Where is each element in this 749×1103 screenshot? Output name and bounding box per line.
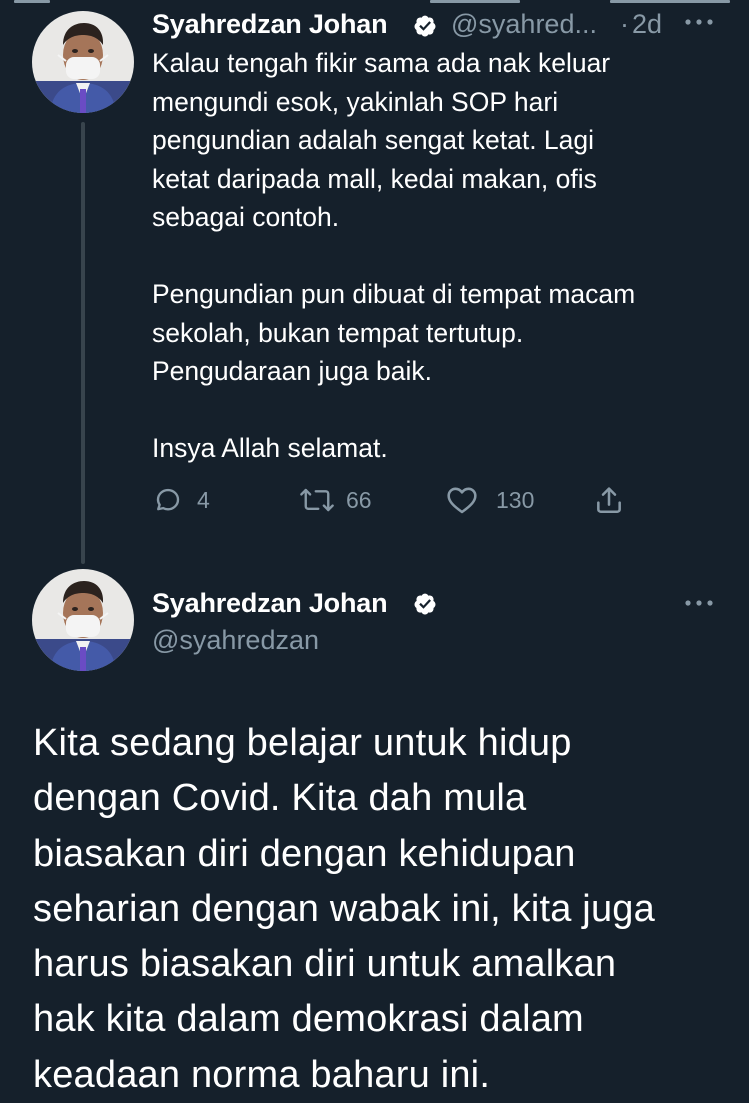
tweet-paragraph: Pengundian pun dibuat di tempat macam se…	[152, 279, 636, 386]
retweet-button[interactable]: 66	[298, 482, 372, 518]
reply-button[interactable]: 4	[153, 482, 210, 518]
cropped-top-edge	[0, 0, 749, 4]
more-horizontal-icon[interactable]	[683, 598, 715, 608]
avatar[interactable]	[32, 569, 134, 671]
tweet-body: Kalau tengah fikir sama ada nak keluar m…	[152, 44, 732, 468]
share-button[interactable]	[593, 482, 625, 518]
heart-icon	[447, 487, 477, 514]
verified-badge-icon	[414, 15, 436, 37]
author-name[interactable]: Syahredzan Johan	[152, 9, 388, 40]
tweet-paragraph: Kalau tengah fikir sama ada nak keluar m…	[152, 48, 611, 232]
reply-count: 4	[197, 486, 210, 513]
thread-connector-line	[81, 122, 85, 564]
tweet-timestamp[interactable]: 2d	[632, 9, 662, 40]
more-horizontal-icon[interactable]	[683, 17, 715, 27]
author-name[interactable]: Syahredzan Johan	[152, 588, 388, 619]
separator-dot: ·	[620, 9, 629, 39]
tweet-body: Kita sedang belajar untuk hidup dengan C…	[33, 722, 655, 1096]
share-icon	[597, 487, 621, 513]
retweet-icon	[300, 488, 334, 512]
avatar-photo-icon	[32, 569, 134, 671]
author-handle[interactable]: @syahred...	[451, 9, 597, 40]
tweet-paragraph: Insya Allah selamat.	[152, 433, 388, 463]
avatar-photo-icon	[32, 11, 134, 113]
avatar[interactable]	[32, 11, 134, 113]
retweet-count: 66	[346, 486, 372, 513]
like-count: 130	[496, 486, 535, 513]
reply-bubble-icon	[156, 488, 180, 511]
author-handle[interactable]: @syahredzan	[152, 625, 319, 656]
like-button[interactable]: 130	[446, 482, 534, 518]
verified-badge-icon	[414, 593, 436, 615]
